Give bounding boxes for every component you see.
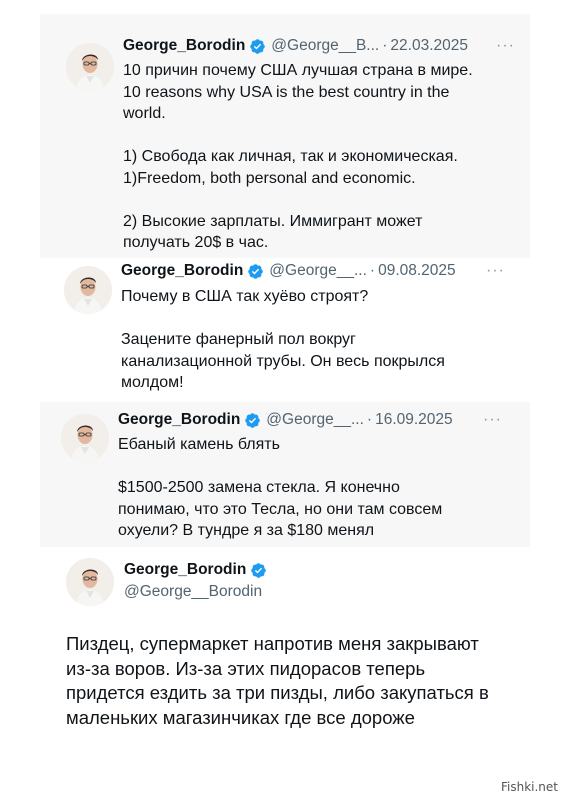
display-name[interactable]: George_Borodin [118, 410, 240, 430]
handle-row: @George__Borodin [124, 582, 262, 602]
tweet-header: George_Borodin @George__B... · 22.03.202… [123, 36, 468, 56]
handle[interactable]: @George__... [266, 410, 364, 430]
tweet-text: 10 причин почему США лучшая страна в мир… [123, 60, 523, 254]
display-name[interactable]: George_Borodin [124, 560, 246, 580]
more-options-icon[interactable]: ··· [496, 36, 515, 56]
watermark: Fishki.net [500, 780, 558, 794]
tweet-date[interactable]: 22.03.2025 [390, 36, 468, 56]
tweet-text: Почему в США так хуёво строят? Зацените … [121, 286, 521, 394]
tweet-line: канализационной трубы. Он весь покрылся [121, 352, 445, 370]
verified-badge-icon [250, 562, 267, 579]
display-name[interactable]: George_Borodin [123, 36, 245, 56]
verified-badge-icon [249, 38, 266, 55]
avatar[interactable] [61, 414, 109, 462]
avatar[interactable] [66, 43, 114, 91]
tweet-text: Ебаный камень блять $1500-2500 замена ст… [118, 434, 518, 542]
handle[interactable]: @George__... [269, 261, 367, 281]
tweet-line: 1)Freedom, both personal and economic. [123, 169, 416, 187]
display-name[interactable]: George_Borodin [121, 261, 243, 281]
tweet-line: Зацените фанерный пол вокруг [121, 331, 356, 348]
separator: · [366, 411, 373, 428]
tweet-header: George_Borodin [124, 560, 272, 580]
tweet-line-blank [121, 308, 521, 330]
avatar[interactable] [64, 266, 112, 314]
tweet-line-blank [123, 189, 523, 211]
tweet-line: 10 причин почему США лучшая страна в мир… [123, 62, 473, 79]
more-options-icon[interactable]: ··· [486, 261, 505, 281]
tweet-header: George_Borodin @George__... · 16.09.2025 [118, 410, 453, 430]
handle[interactable]: @George__B... [271, 36, 379, 56]
tweet-line-blank [118, 456, 518, 478]
more-options-icon[interactable]: ··· [483, 410, 502, 430]
tweet-date[interactable]: 09.08.2025 [378, 261, 456, 281]
separator: · [382, 37, 388, 54]
tweet-date[interactable]: 16.09.2025 [375, 410, 453, 430]
tweet-header: George_Borodin @George__... · 09.08.2025 [121, 261, 456, 281]
tweet-line: из-за воров. Из-за этих пидорасов теперь [66, 657, 426, 679]
tweet-line: Почему в США так хуёво строят? [121, 288, 369, 305]
tweet-line: маленьких магазинчиках где все дороже [66, 706, 415, 728]
tweet-line: world. [123, 105, 166, 122]
tweet-line: придется ездить за три пизды, либо закуп… [66, 682, 489, 703]
handle[interactable]: @George__Borodin [124, 582, 262, 602]
tweet-line: Пиздец, супермаркет напротив меня закрыв… [66, 633, 479, 654]
tweet-line: Ебаный камень блять [118, 436, 280, 453]
verified-badge-icon [244, 412, 261, 429]
main-tweet-text: Пиздец, супермаркет напротив меня закрыв… [66, 632, 536, 730]
tweet-card-3[interactable]: George_Borodin @George__... · 16.09.2025… [0, 402, 566, 547]
separator: · [369, 262, 376, 279]
tweet-line: понимаю, что это Тесла, но они там совсе… [118, 500, 443, 518]
tweet-card-2[interactable]: George_Borodin @George__... · 09.08.2025… [0, 258, 566, 408]
tweet-line: 2) Высокие зарплаты. Иммигрант может [123, 212, 423, 230]
tweet-line: 10 reasons why USA is the best country i… [123, 83, 450, 101]
tweet-line: получать 20$ в час. [123, 234, 269, 251]
tweet-line: 1) Свобода как личная, так и экономическ… [123, 148, 458, 165]
avatar[interactable] [66, 558, 114, 606]
verified-badge-icon [247, 263, 264, 280]
tweet-line: молдом! [121, 374, 184, 391]
tweet-line: $1500-2500 замена стекла. Я конечно [118, 479, 400, 496]
tweet-line: охуели? В тундре я за $180 менял [118, 522, 375, 539]
tweet-card-1[interactable]: George_Borodin @George__B... · 22.03.202… [0, 0, 566, 258]
tweet-line-blank [123, 125, 523, 147]
